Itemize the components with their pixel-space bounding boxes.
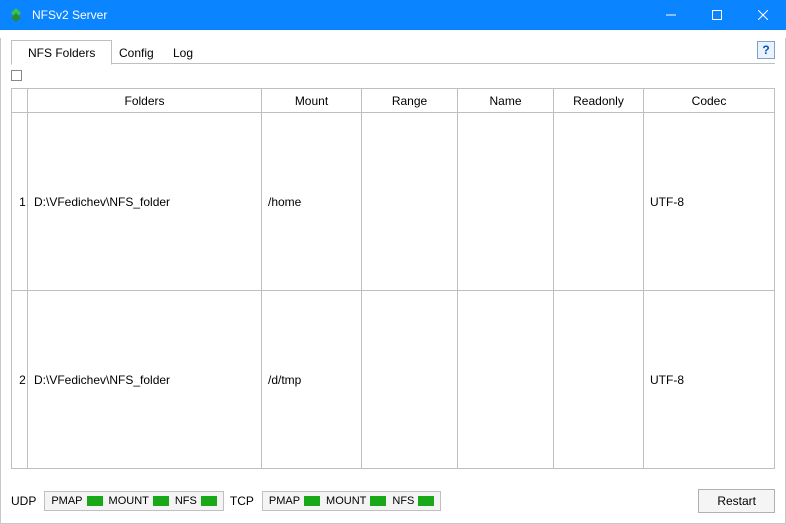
header-rownum xyxy=(12,89,28,113)
led-icon xyxy=(418,496,434,506)
udp-services-group: PMAP MOUNT NFS xyxy=(44,491,224,511)
udp-pmap-status: PMAP xyxy=(51,495,102,507)
led-icon xyxy=(370,496,386,506)
cell-name[interactable] xyxy=(458,291,554,469)
led-icon xyxy=(201,496,217,506)
tcp-label: TCP xyxy=(230,494,254,508)
tab-label: Log xyxy=(173,46,193,60)
service-label: NFS xyxy=(392,495,414,507)
tcp-mount-status: MOUNT xyxy=(326,495,386,507)
service-label: MOUNT xyxy=(326,495,366,507)
udp-nfs-status: NFS xyxy=(175,495,217,507)
header-name[interactable]: Name xyxy=(458,89,554,113)
service-label: NFS xyxy=(175,495,197,507)
cell-folders[interactable]: D:\VFedichev\NFS_folder xyxy=(28,291,262,469)
close-button[interactable] xyxy=(740,0,786,30)
help-button[interactable]: ? xyxy=(757,41,775,59)
header-readonly[interactable]: Readonly xyxy=(554,89,644,113)
app-icon xyxy=(8,7,24,23)
cell-codec[interactable]: UTF-8 xyxy=(644,291,775,469)
table-row[interactable]: 1 D:\VFedichev\NFS_folder /home UTF-8 xyxy=(12,113,775,291)
header-folders[interactable]: Folders xyxy=(28,89,262,113)
folders-table: Folders Mount Range Name Readonly Codec … xyxy=(11,88,775,469)
cell-range[interactable] xyxy=(362,113,458,291)
grid-area: Folders Mount Range Name Readonly Codec … xyxy=(11,70,775,469)
cell-mount[interactable]: /home xyxy=(262,113,362,291)
header-codec[interactable]: Codec xyxy=(644,89,775,113)
help-icon: ? xyxy=(762,43,769,57)
header-mount[interactable]: Mount xyxy=(262,89,362,113)
tab-label: NFS Folders xyxy=(28,46,95,60)
udp-label: UDP xyxy=(11,494,36,508)
service-label: PMAP xyxy=(269,495,300,507)
cell-readonly[interactable] xyxy=(554,113,644,291)
table-row[interactable]: 2 D:\VFedichev\NFS_folder /d/tmp UTF-8 xyxy=(12,291,775,469)
select-all-checkbox[interactable] xyxy=(11,70,22,81)
tab-nfs-folders[interactable]: NFS Folders xyxy=(11,40,112,65)
status-bar: UDP PMAP MOUNT NFS TCP PMAP MOUNT NFS Re… xyxy=(11,489,775,513)
cell-readonly[interactable] xyxy=(554,291,644,469)
minimize-button[interactable] xyxy=(648,0,694,30)
cell-rownum: 1 xyxy=(12,113,28,291)
cell-codec[interactable]: UTF-8 xyxy=(644,113,775,291)
tcp-nfs-status: NFS xyxy=(392,495,434,507)
led-icon xyxy=(87,496,103,506)
tab-log[interactable]: Log xyxy=(157,41,209,65)
titlebar: NFSv2 Server xyxy=(0,0,786,30)
maximize-button[interactable] xyxy=(694,0,740,30)
table-header-row: Folders Mount Range Name Readonly Codec xyxy=(12,89,775,113)
service-label: MOUNT xyxy=(109,495,149,507)
cell-range[interactable] xyxy=(362,291,458,469)
tcp-pmap-status: PMAP xyxy=(269,495,320,507)
cell-folders[interactable]: D:\VFedichev\NFS_folder xyxy=(28,113,262,291)
cell-rownum: 2 xyxy=(12,291,28,469)
restart-button[interactable]: Restart xyxy=(698,489,775,513)
led-icon xyxy=(304,496,320,506)
tab-label: Config xyxy=(119,46,154,60)
udp-mount-status: MOUNT xyxy=(109,495,169,507)
window-title: NFSv2 Server xyxy=(32,8,648,22)
led-icon xyxy=(153,496,169,506)
tcp-services-group: PMAP MOUNT NFS xyxy=(262,491,442,511)
header-range[interactable]: Range xyxy=(362,89,458,113)
tab-bar: NFS Folders Config Log ? xyxy=(11,38,775,64)
cell-mount[interactable]: /d/tmp xyxy=(262,291,362,469)
cell-name[interactable] xyxy=(458,113,554,291)
service-label: PMAP xyxy=(51,495,82,507)
client-area: NFS Folders Config Log ? Folders Mount R… xyxy=(0,38,786,524)
